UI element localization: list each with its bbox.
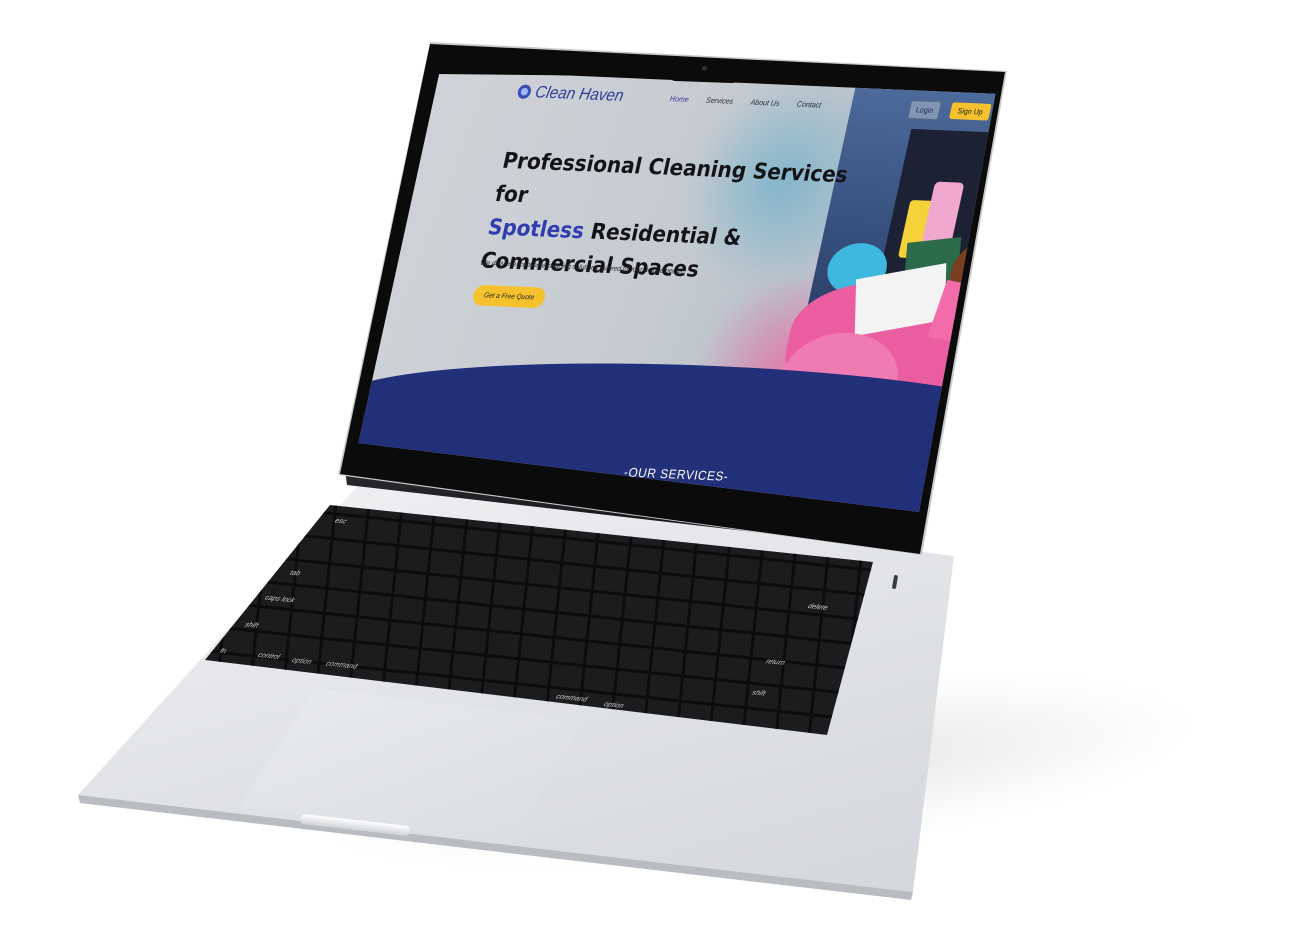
get-quote-button[interactable]: Get a Free Quote — [471, 284, 547, 309]
signup-button[interactable]: Sign Up — [948, 102, 992, 121]
nav-link-contact[interactable]: Contact — [796, 100, 822, 110]
hero-title-line-2-rest: Residential & — [581, 218, 744, 251]
laptop-screen: Clean Haven Home Services About Us Conta… — [350, 74, 998, 512]
nav-link-about[interactable]: About Us — [750, 98, 781, 108]
brand-name: Clean Haven — [533, 81, 626, 105]
laptop-mockup-scene: esc tab caps lock shift fn control optio… — [0, 0, 1298, 947]
nav-link-services[interactable]: Services — [705, 96, 734, 106]
login-button[interactable]: Login — [907, 100, 942, 120]
camera-icon — [702, 66, 707, 71]
camera-notch — [667, 58, 741, 84]
hero-title-accent: Spotless — [485, 214, 587, 244]
brand-logo[interactable]: Clean Haven — [516, 81, 626, 105]
nav-links: Home Services About Us Contact — [669, 94, 822, 109]
nav-link-home[interactable]: Home — [669, 94, 690, 104]
sparkle-globe-icon — [516, 84, 533, 99]
